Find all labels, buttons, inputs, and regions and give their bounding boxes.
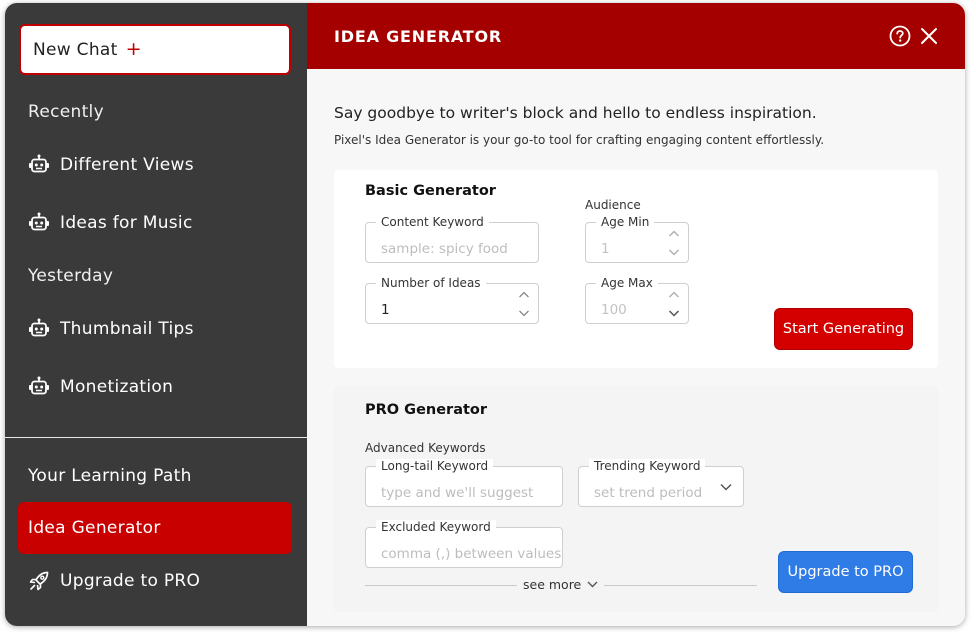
age-min-input[interactable]: Age Min 1 (585, 215, 689, 263)
long-tail-keyword-label: Long-tail Keyword (376, 459, 494, 473)
excluded-keyword-label: Excluded Keyword (376, 520, 496, 534)
chat-item-label: Thumbnail Tips (60, 319, 194, 339)
intro-subtext: Pixel's Idea Generator is your go-to too… (334, 133, 825, 147)
basic-generator-title: Basic Generator (365, 183, 496, 199)
robot-icon (29, 376, 49, 395)
robot-icon (29, 318, 49, 337)
chat-item-different-views[interactable]: Different Views (28, 154, 194, 176)
close-icon[interactable] (919, 26, 939, 50)
chevron-down-icon (720, 483, 732, 491)
content-keyword-placeholder: sample: spicy food (381, 241, 508, 257)
robot-icon (29, 154, 49, 173)
excluded-keyword-input[interactable]: Excluded Keyword comma (,) between value… (365, 520, 563, 568)
chat-item-label: Ideas for Music (60, 213, 193, 233)
help-icon[interactable] (889, 25, 911, 51)
nav-item-label: Your Learning Path (28, 466, 192, 486)
nav-item-label: Idea Generator (28, 518, 161, 538)
age-max-input[interactable]: Age Max 100 (585, 276, 689, 324)
plus-icon: + (125, 38, 142, 60)
content-keyword-input[interactable]: Content Keyword sample: spicy food (365, 215, 539, 263)
age-max-value: 100 (601, 302, 627, 318)
intro-headline: Say goodbye to writer's block and hello … (334, 104, 817, 122)
long-tail-keyword-placeholder: type and we'll suggest (381, 485, 534, 501)
main-panel: IDEA GENERATOR Say goodbye to writer's b… (307, 3, 965, 626)
chat-item-label: Different Views (60, 155, 194, 175)
nav-item-idea-generator[interactable]: Idea Generator (18, 502, 292, 554)
sidebar: New Chat + Recently Different Views Idea… (5, 3, 307, 626)
number-of-ideas-value: 1 (381, 302, 390, 318)
audience-label: Audience (585, 198, 641, 212)
long-tail-keyword-input[interactable]: Long-tail Keyword type and we'll suggest (365, 459, 563, 507)
pro-generator-card: PRO Generator Advanced Keywords Long-tai… (334, 386, 938, 612)
nav-item-label: Upgrade to PRO (60, 571, 201, 591)
content-keyword-label: Content Keyword (376, 215, 489, 229)
see-more-toggle[interactable]: see more (517, 577, 605, 592)
chevron-down-icon (587, 581, 598, 588)
section-label-yesterday: Yesterday (28, 266, 114, 286)
basic-generator-card: Basic Generator Audience Content Keyword… (334, 170, 938, 368)
new-chat-label: New Chat (33, 39, 118, 60)
upgrade-to-pro-button[interactable]: Upgrade to PRO (778, 551, 913, 593)
excluded-keyword-placeholder: comma (,) between values (381, 546, 562, 562)
number-of-ideas-input[interactable]: Number of Ideas 1 (365, 276, 539, 324)
advanced-keywords-label: Advanced Keywords (365, 441, 486, 455)
age-max-label: Age Max (596, 276, 658, 290)
chat-item-label: Monetization (60, 377, 174, 397)
nav-item-learning-path[interactable]: Your Learning Path (18, 450, 292, 502)
trending-keyword-label: Trending Keyword (589, 459, 706, 473)
chat-item-thumbnail-tips[interactable]: Thumbnail Tips (28, 318, 194, 340)
age-min-stepper[interactable] (668, 227, 680, 259)
trending-keyword-select[interactable]: Trending Keyword set trend period (578, 459, 744, 507)
age-min-value: 1 (601, 241, 610, 257)
header-bar: IDEA GENERATOR (307, 3, 965, 69)
new-chat-button[interactable]: New Chat + (19, 24, 291, 75)
sidebar-divider (5, 437, 307, 438)
app-window: New Chat + Recently Different Views Idea… (5, 3, 965, 626)
start-generating-button[interactable]: Start Generating (774, 308, 913, 350)
number-stepper[interactable] (518, 288, 530, 320)
age-min-label: Age Min (596, 215, 655, 229)
trending-keyword-placeholder: set trend period (594, 485, 703, 501)
number-of-ideas-label: Number of Ideas (376, 276, 486, 290)
pro-generator-title: PRO Generator (365, 402, 488, 418)
chat-item-monetization[interactable]: Monetization (28, 376, 173, 398)
see-more-label: see more (523, 577, 582, 592)
page-title: IDEA GENERATOR (334, 26, 502, 46)
nav-item-upgrade-to-pro[interactable]: Upgrade to PRO (18, 555, 292, 607)
chat-item-ideas-for-music[interactable]: Ideas for Music (28, 212, 193, 234)
robot-icon (29, 212, 49, 231)
age-max-stepper[interactable] (668, 288, 680, 320)
rocket-icon (29, 571, 49, 591)
section-label-recently: Recently (28, 102, 104, 122)
